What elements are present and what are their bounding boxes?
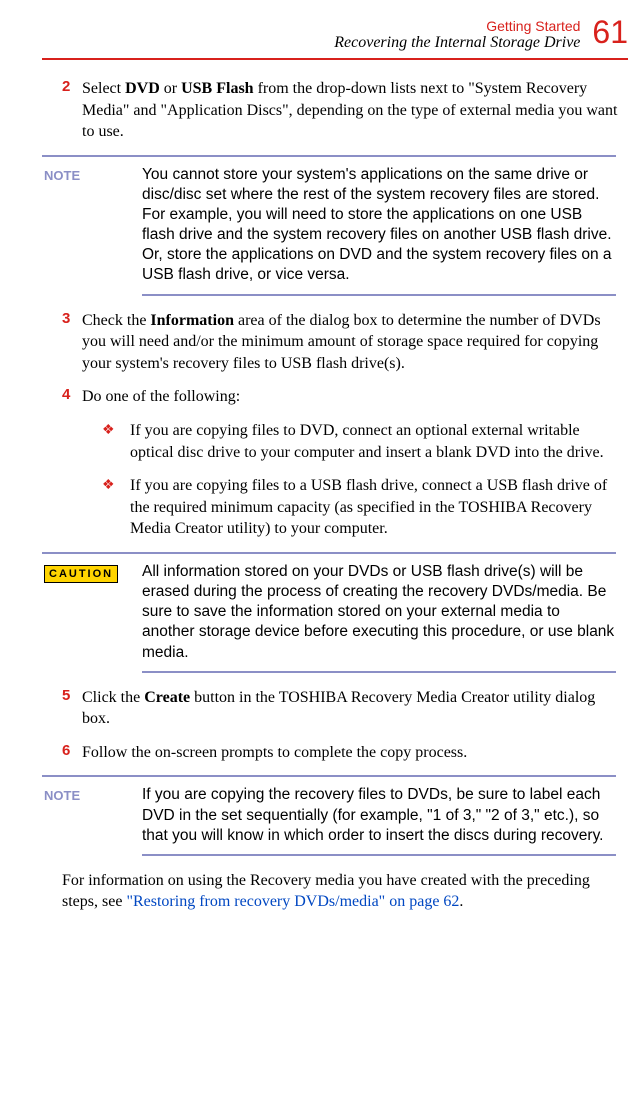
bold-text: Information: [150, 312, 234, 329]
sub-item-a: ❖ If you are copying files to DVD, conne…: [102, 420, 626, 463]
main-content: 2 Select DVD or USB Flash from the drop-…: [42, 78, 638, 913]
step-number: 5: [42, 687, 82, 730]
step-2: 2 Select DVD or USB Flash from the drop-…: [42, 78, 626, 143]
diamond-bullet-icon: ❖: [102, 475, 130, 540]
step-text: Click the Create button in the TOSHIBA R…: [82, 687, 626, 730]
note-label: NOTE: [44, 788, 80, 803]
step-number: 4: [42, 386, 82, 408]
cross-reference-link[interactable]: "Restoring from recovery DVDs/media" on …: [126, 893, 459, 910]
header-divider: [42, 58, 628, 60]
sub-item-text: If you are copying files to a USB flash …: [130, 475, 626, 540]
text-fragment: Click the: [82, 689, 144, 706]
bold-text: USB Flash: [181, 80, 253, 97]
step-5: 5 Click the Create button in the TOSHIBA…: [42, 687, 626, 730]
callout-rule-bottom: [142, 854, 616, 856]
callout-rule-bottom: [142, 671, 616, 673]
bold-text: DVD: [125, 80, 160, 97]
step-number: 6: [42, 742, 82, 764]
callout-label-cell: NOTE: [42, 785, 142, 845]
bold-text: Create: [144, 689, 190, 706]
text-fragment: Select: [82, 80, 125, 97]
section-title: Recovering the Internal Storage Drive: [334, 34, 580, 52]
sub-item-text: If you are copying files to DVD, connect…: [130, 420, 626, 463]
caution-label: CAUTION: [44, 565, 118, 583]
callout-rule-bottom: [142, 294, 616, 296]
step-number: 2: [42, 78, 82, 143]
callout-text: If you are copying the recovery files to…: [142, 785, 616, 845]
step-4: 4 Do one of the following:: [42, 386, 626, 408]
callout-body: NOTE You cannot store your system's appl…: [42, 157, 616, 294]
callout-text: You cannot store your system's applicati…: [142, 165, 616, 286]
callout-body: NOTE If you are copying the recovery fil…: [42, 777, 616, 853]
callout-body: CAUTION All information stored on your D…: [42, 554, 616, 671]
note-callout-2: NOTE If you are copying the recovery fil…: [42, 775, 616, 855]
step-text: Select DVD or USB Flash from the drop-do…: [82, 78, 626, 143]
step-6: 6 Follow the on-screen prompts to comple…: [42, 742, 626, 764]
footer-paragraph: For information on using the Recovery me…: [62, 870, 626, 913]
header-text-block: Getting Started Recovering the Internal …: [334, 16, 580, 52]
page-number: 61: [592, 16, 628, 48]
text-fragment: Check the: [82, 312, 150, 329]
caution-callout: CAUTION All information stored on your D…: [42, 552, 616, 673]
callout-text: All information stored on your DVDs or U…: [142, 562, 616, 663]
step-text: Do one of the following:: [82, 386, 626, 408]
step-text: Follow the on-screen prompts to complete…: [82, 742, 626, 764]
step-number: 3: [42, 310, 82, 375]
step-text: Check the Information area of the dialog…: [82, 310, 626, 375]
chapter-title: Getting Started: [334, 18, 580, 34]
sub-item-b: ❖ If you are copying files to a USB flas…: [102, 475, 626, 540]
page-header: Getting Started Recovering the Internal …: [42, 16, 638, 52]
note-label: NOTE: [44, 168, 80, 183]
sub-list: ❖ If you are copying files to DVD, conne…: [102, 420, 626, 540]
callout-label-cell: NOTE: [42, 165, 142, 286]
text-fragment: or: [160, 80, 181, 97]
diamond-bullet-icon: ❖: [102, 420, 130, 463]
step-3: 3 Check the Information area of the dial…: [42, 310, 626, 375]
text-fragment: .: [459, 893, 463, 910]
note-callout-1: NOTE You cannot store your system's appl…: [42, 155, 616, 296]
callout-label-cell: CAUTION: [42, 562, 142, 663]
